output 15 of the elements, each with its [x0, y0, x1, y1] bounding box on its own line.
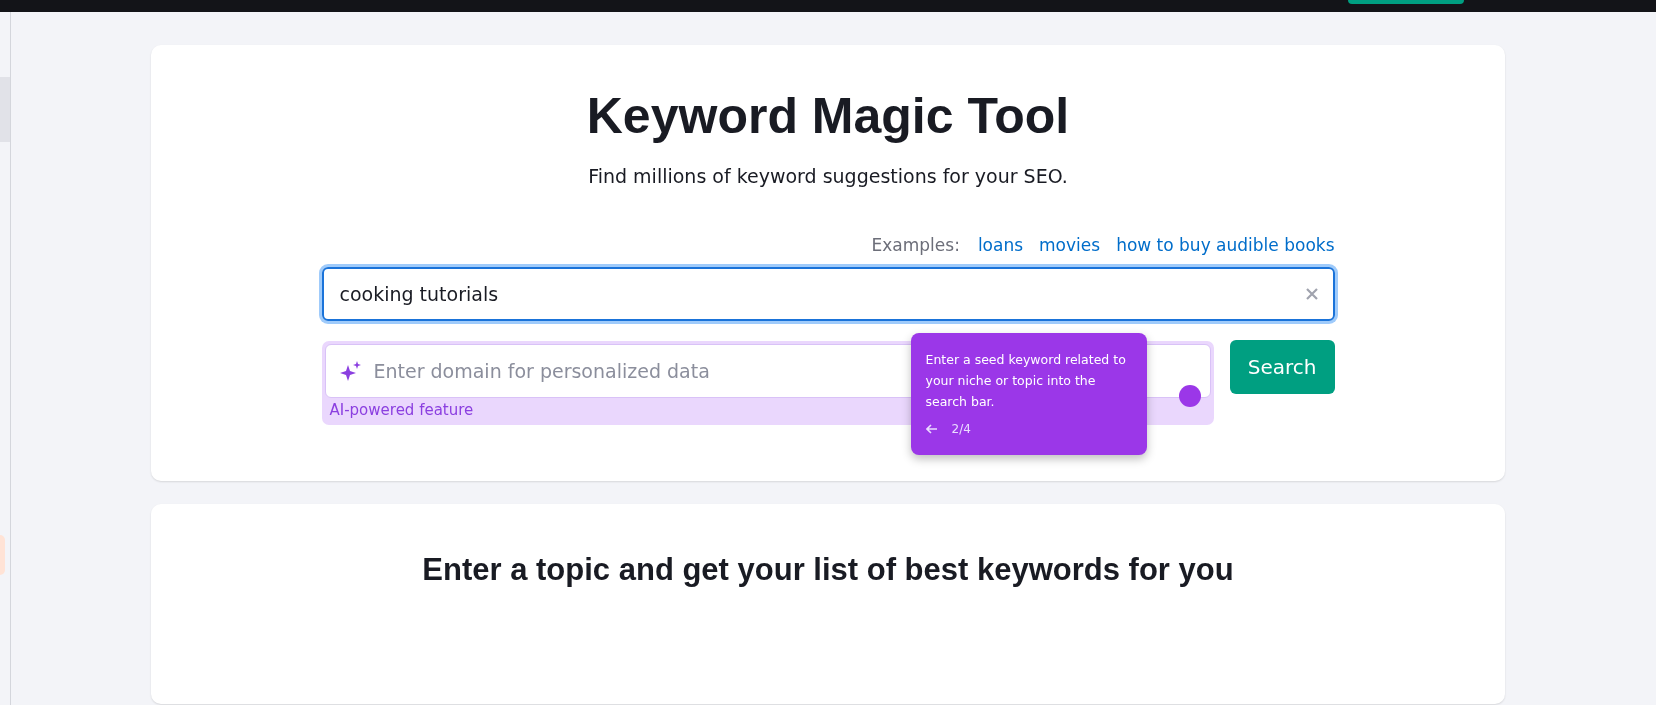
page-title: Keyword Magic Tool — [586, 87, 1070, 145]
examples-label: Examples: — [871, 235, 960, 255]
step-counter: 2/4 — [951, 422, 971, 436]
top-bar-button[interactable] — [1348, 0, 1464, 4]
close-icon[interactable] — [1304, 287, 1319, 301]
page-subtitle: Find millions of keyword suggestions for your SEO. — [588, 165, 1068, 187]
search-button[interactable]: Search — [1229, 340, 1335, 394]
example-link[interactable]: movies — [1039, 235, 1101, 255]
back-arrow-icon[interactable] — [925, 424, 938, 434]
example-link[interactable]: loans — [977, 235, 1024, 255]
keyword-field[interactable]: cooking tutorials — [321, 267, 1335, 321]
sidebar-badge — [0, 535, 5, 575]
example-link[interactable]: how to buy audible books — [1116, 235, 1335, 255]
sparkle-icon — [339, 360, 362, 382]
section-title: Enter a topic and get your list of best keywords for you — [422, 552, 1234, 588]
